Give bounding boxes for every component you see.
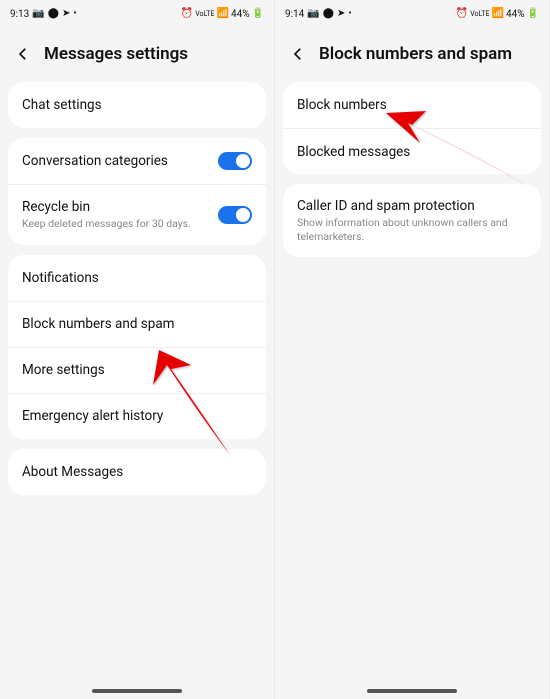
alarm-icon: ⏰	[181, 9, 193, 19]
card-chat: Chat settings	[8, 82, 266, 128]
whatsapp-icon: ⬤	[323, 9, 334, 19]
status-time: 9:13	[10, 9, 29, 20]
label-emergency-alert: Emergency alert history	[22, 408, 163, 424]
row-conversation-categories[interactable]: Conversation categories	[8, 138, 266, 184]
battery-text: 44%	[506, 9, 525, 20]
row-recycle-bin[interactable]: Recycle bin Keep deleted messages for 30…	[8, 184, 266, 245]
row-block-numbers[interactable]: Block numbers	[283, 82, 541, 128]
screen-block-numbers-spam: 9:14 📷 ⬤ ➤ • ⏰ VoLTE 📶 44% 🔋 Block numbe…	[275, 0, 550, 699]
battery-icon: 🔋	[252, 9, 264, 19]
card-about: About Messages	[8, 449, 266, 495]
label-recycle-bin: Recycle bin	[22, 199, 191, 215]
page-title: Block numbers and spam	[319, 44, 512, 64]
header: Block numbers and spam	[275, 28, 549, 82]
whatsapp-icon: ⬤	[48, 9, 59, 19]
label-caller-id: Caller ID and spam protection	[297, 198, 527, 214]
volte-icon: VoLTE	[470, 11, 489, 18]
row-block-numbers-spam[interactable]: Block numbers and spam	[8, 301, 266, 347]
row-emergency-alert[interactable]: Emergency alert history	[8, 393, 266, 439]
card-conv-recycle: Conversation categories Recycle bin Keep…	[8, 138, 266, 245]
signal-icon: 📶	[217, 9, 229, 19]
camera-icon: 📷	[307, 9, 319, 19]
label-blocked-messages: Blocked messages	[297, 144, 410, 160]
row-chat-settings[interactable]: Chat settings	[8, 82, 266, 128]
header: Messages settings	[0, 28, 274, 82]
volte-icon: VoLTE	[195, 11, 214, 18]
sub-caller-id: Show information about unknown callers a…	[297, 216, 527, 243]
nav-bar[interactable]	[92, 689, 182, 693]
battery-text: 44%	[231, 9, 250, 20]
label-chat-settings: Chat settings	[22, 97, 102, 113]
card-block: Block numbers Blocked messages	[283, 82, 541, 174]
telegram-icon: ➤	[337, 9, 345, 19]
label-conv-categories: Conversation categories	[22, 153, 168, 169]
screen-messages-settings: 9:13 📷 ⬤ ➤ • ⏰ VoLTE 📶 44% 🔋 Messages se…	[0, 0, 275, 699]
row-more-settings[interactable]: More settings	[8, 347, 266, 393]
camera-icon: 📷	[32, 9, 44, 19]
status-bar: 9:14 📷 ⬤ ➤ • ⏰ VoLTE 📶 44% 🔋	[275, 0, 549, 28]
nav-bar[interactable]	[367, 689, 457, 693]
more-icon: •	[73, 9, 76, 19]
label-block-numbers-spam: Block numbers and spam	[22, 316, 175, 332]
label-more-settings: More settings	[22, 362, 105, 378]
row-caller-id-spam[interactable]: Caller ID and spam protection Show infor…	[283, 184, 541, 257]
toggle-recycle-bin[interactable]	[218, 206, 252, 224]
battery-icon: 🔋	[527, 9, 539, 19]
alarm-icon: ⏰	[456, 9, 468, 19]
signal-icon: 📶	[492, 9, 504, 19]
label-block-numbers: Block numbers	[297, 97, 387, 113]
back-icon[interactable]	[14, 45, 32, 63]
toggle-conv-categories[interactable]	[218, 152, 252, 170]
card-callerid: Caller ID and spam protection Show infor…	[283, 184, 541, 257]
sub-recycle-bin: Keep deleted messages for 30 days.	[22, 217, 191, 231]
row-notifications[interactable]: Notifications	[8, 255, 266, 301]
row-about-messages[interactable]: About Messages	[8, 449, 266, 495]
telegram-icon: ➤	[62, 9, 70, 19]
status-bar: 9:13 📷 ⬤ ➤ • ⏰ VoLTE 📶 44% 🔋	[0, 0, 274, 28]
page-title: Messages settings	[44, 44, 188, 64]
label-notifications: Notifications	[22, 270, 99, 286]
label-about-messages: About Messages	[22, 464, 123, 480]
card-notif-block: Notifications Block numbers and spam Mor…	[8, 255, 266, 439]
back-icon[interactable]	[289, 45, 307, 63]
status-time: 9:14	[285, 9, 304, 20]
more-icon: •	[348, 9, 351, 19]
row-blocked-messages[interactable]: Blocked messages	[283, 128, 541, 174]
